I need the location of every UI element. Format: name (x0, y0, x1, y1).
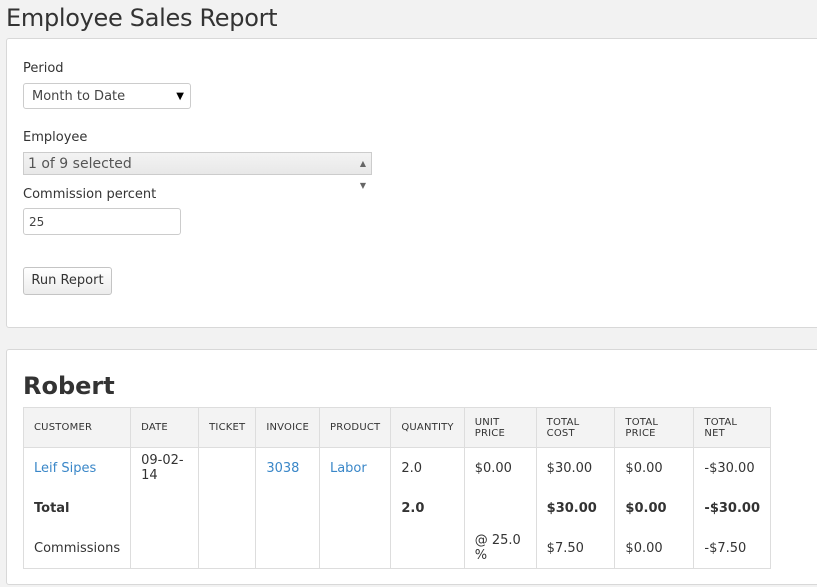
commission-net: -$7.50 (693, 528, 771, 569)
total-quantity: 2.0 (390, 488, 465, 528)
commission-input[interactable]: 25 (23, 208, 181, 235)
col-total-net: TOTAL NET (693, 407, 771, 448)
employee-label: Employee (23, 130, 88, 145)
commission-label: Commission percent (23, 187, 157, 202)
empty-cell (255, 488, 320, 528)
table-row: Leif Sipes 09-02-14 3038 Labor 2.0 $0.00… (22, 447, 771, 488)
total-cost-cell: $30.00 (535, 447, 616, 488)
total-net: -$30.00 (693, 488, 771, 528)
caret-down-icon: ▼ (176, 91, 184, 102)
empty-cell (198, 488, 257, 528)
col-quantity: QUANTITY (390, 407, 465, 448)
total-row: Total 2.0 $30.00 $0.00 -$30.00 (22, 488, 771, 528)
period-label: Period (23, 61, 64, 76)
col-ticket: TICKET (198, 407, 257, 448)
commission-cost: $7.50 (535, 528, 616, 569)
quantity-cell: 2.0 (390, 447, 465, 488)
run-report-button[interactable]: Run Report (23, 267, 112, 295)
col-unit-price: UNIT PRICE (463, 407, 537, 448)
employee-multiselect[interactable]: 1 of 9 selected ▲ ▼ (23, 152, 372, 190)
employee-name-heading: Robert (23, 372, 115, 400)
col-customer: CUSTOMER (22, 407, 132, 448)
commissions-row: Commissions @ 25.0 % $7.50 $0.00 -$7.50 (22, 528, 771, 569)
report-results-panel: Robert CUSTOMER DATE TICKET INVOICE PROD… (6, 349, 817, 585)
updown-arrows-icon: ▲ ▼ (359, 159, 366, 190)
invoice-link[interactable]: 3038 (255, 447, 320, 488)
sales-table: CUSTOMER DATE TICKET INVOICE PRODUCT QUA… (22, 407, 771, 569)
col-total-cost: TOTAL COST (535, 407, 616, 448)
period-select-value: Month to Date (32, 89, 126, 104)
report-options-panel: Period Month to Date ▼ Employee 1 of 9 s… (6, 38, 817, 328)
unit-price-cell: $0.00 (463, 447, 537, 488)
commission-rate: @ 25.0 % (463, 528, 537, 569)
product-link[interactable]: Labor (318, 447, 392, 488)
total-price: $0.00 (614, 488, 695, 528)
empty-cell (318, 528, 392, 569)
total-price-cell: $0.00 (614, 447, 695, 488)
empty-cell (390, 528, 465, 569)
employee-multiselect-value: 1 of 9 selected (28, 156, 132, 172)
empty-cell (130, 528, 200, 569)
total-net-cell: -$30.00 (693, 447, 771, 488)
empty-cell (198, 528, 257, 569)
page-title: Employee Sales Report (6, 4, 278, 32)
empty-cell (318, 488, 392, 528)
empty-cell (130, 488, 200, 528)
empty-cell (255, 528, 320, 569)
ticket-cell (198, 447, 257, 488)
total-label: Total (22, 488, 132, 528)
col-product: PRODUCT (318, 407, 392, 448)
date-cell: 09-02-14 (130, 447, 200, 488)
commissions-label: Commissions (22, 528, 132, 569)
col-total-price: TOTAL PRICE (614, 407, 695, 448)
col-date: DATE (130, 407, 200, 448)
col-invoice: INVOICE (255, 407, 320, 448)
commission-price: $0.00 (614, 528, 695, 569)
customer-link[interactable]: Leif Sipes (22, 447, 132, 488)
total-cost: $30.00 (535, 488, 616, 528)
table-header-row: CUSTOMER DATE TICKET INVOICE PRODUCT QUA… (22, 407, 771, 448)
empty-cell (463, 488, 537, 528)
period-select[interactable]: Month to Date ▼ (23, 83, 191, 109)
